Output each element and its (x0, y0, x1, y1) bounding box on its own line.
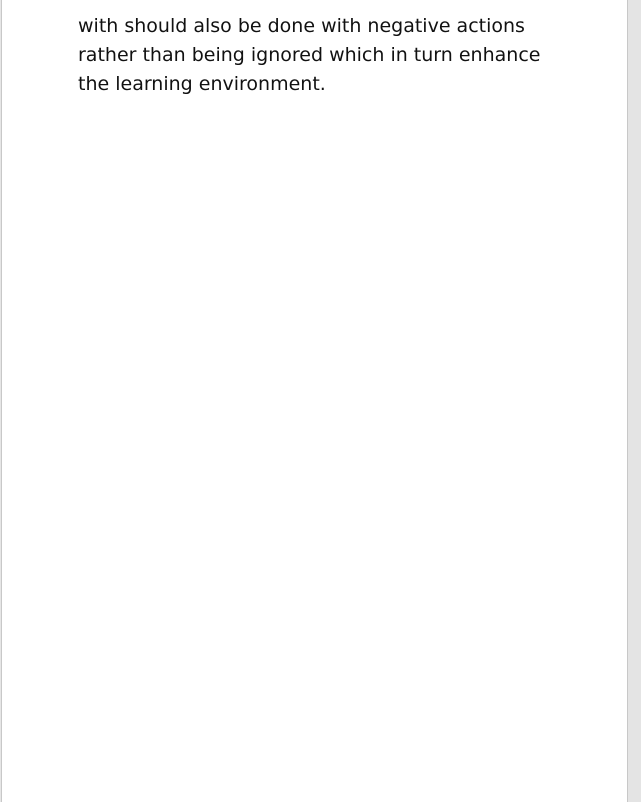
paragraph-line: with should also be done with negative a… (78, 15, 525, 37)
document-viewport[interactable]: with should also be done with negative a… (0, 0, 641, 802)
paragraph-line: the learning environment. (78, 73, 326, 95)
document-page[interactable]: with should also be done with negative a… (1, 0, 628, 802)
page-gutter (628, 0, 641, 802)
paragraph-line: rather than being ignored which in turn … (78, 44, 541, 66)
body-paragraph: with should also be done with negative a… (78, 12, 558, 99)
